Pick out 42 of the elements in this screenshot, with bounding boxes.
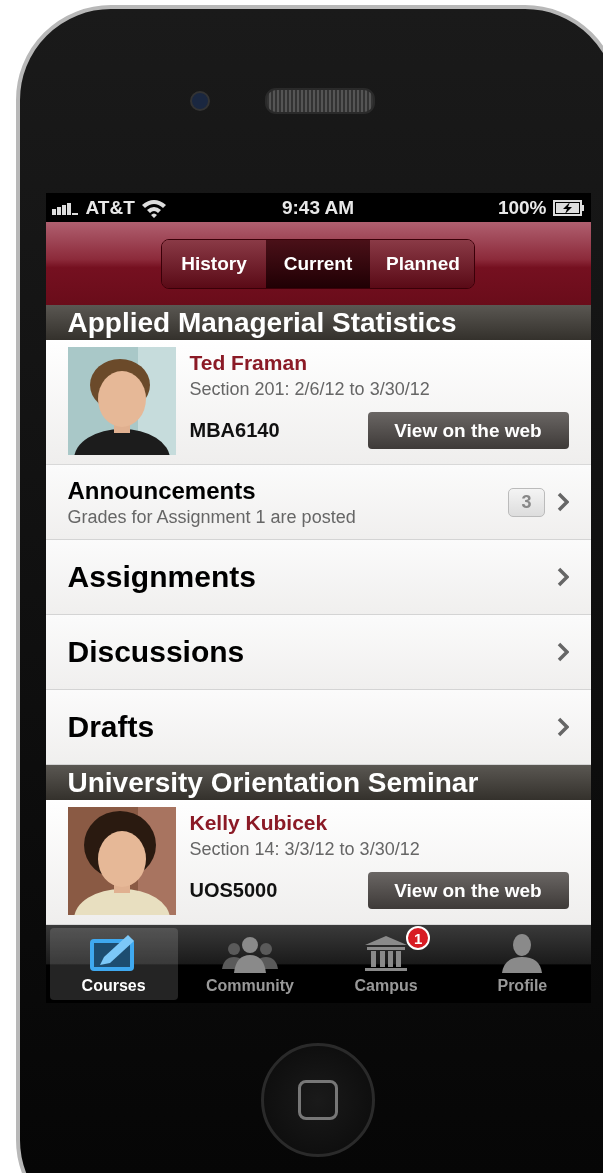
camera-lens — [190, 91, 210, 111]
row-title: Drafts — [67, 710, 156, 744]
segment-tab[interactable]: Planned — [370, 239, 474, 288]
course-title: University Orientation Seminar — [45, 765, 591, 800]
course-code: MBA6140 — [189, 419, 280, 442]
section-dates: Section 14: 3/3/12 to 3/30/12 — [189, 839, 421, 860]
list-row[interactable]: Assignments — [45, 540, 591, 615]
row-subtitle: Grades for Assignment 1 are posted — [67, 506, 357, 528]
row-title: Discussions — [67, 635, 246, 669]
group-icon — [221, 935, 278, 973]
signal-icon — [51, 200, 80, 215]
list-row[interactable]: Announcements Grades for Assignment 1 are posted 3 — [45, 465, 591, 540]
tab-item[interactable]: Community — [185, 928, 314, 1000]
section-dates: Section 201: 2/6/12 to 3/30/12 — [189, 379, 431, 400]
instructor-name: Ted Framan — [189, 351, 308, 375]
tab-item[interactable]: Campus 1 — [322, 928, 451, 1000]
chevron-icon — [556, 717, 569, 737]
instructor-name: Kelly Kubicek — [189, 811, 329, 835]
course-code: UOS5000 — [189, 879, 278, 902]
chevron-icon — [556, 642, 569, 662]
view-web-button[interactable]: View on the web — [367, 412, 569, 449]
row-title: Assignments — [67, 560, 257, 594]
carrier-name: AT&T — [85, 196, 135, 219]
count-badge: 3 — [508, 487, 545, 517]
chevron-icon — [556, 492, 569, 512]
battery-charging-icon — [552, 199, 585, 216]
chevron-icon — [556, 567, 569, 587]
tab-item[interactable]: Profile — [458, 928, 587, 1000]
list-row[interactable]: Drafts — [45, 690, 591, 765]
person-icon — [500, 933, 545, 973]
segment-tab[interactable]: Current — [266, 239, 370, 288]
list-row[interactable]: Discussions — [45, 615, 591, 690]
tab-item[interactable]: Courses — [49, 928, 178, 1000]
segment-tab[interactable]: History — [162, 239, 266, 288]
battery-percent: 100% — [497, 196, 547, 219]
view-web-button[interactable]: View on the web — [367, 872, 569, 909]
building-icon — [363, 935, 410, 973]
clock-time: 9:43 AM — [281, 196, 355, 219]
row-title: Announcements — [67, 476, 257, 505]
course-title: Applied Managerial Statistics — [45, 305, 591, 340]
wifi-icon — [140, 197, 167, 218]
notification-badge: 1 — [406, 926, 431, 950]
